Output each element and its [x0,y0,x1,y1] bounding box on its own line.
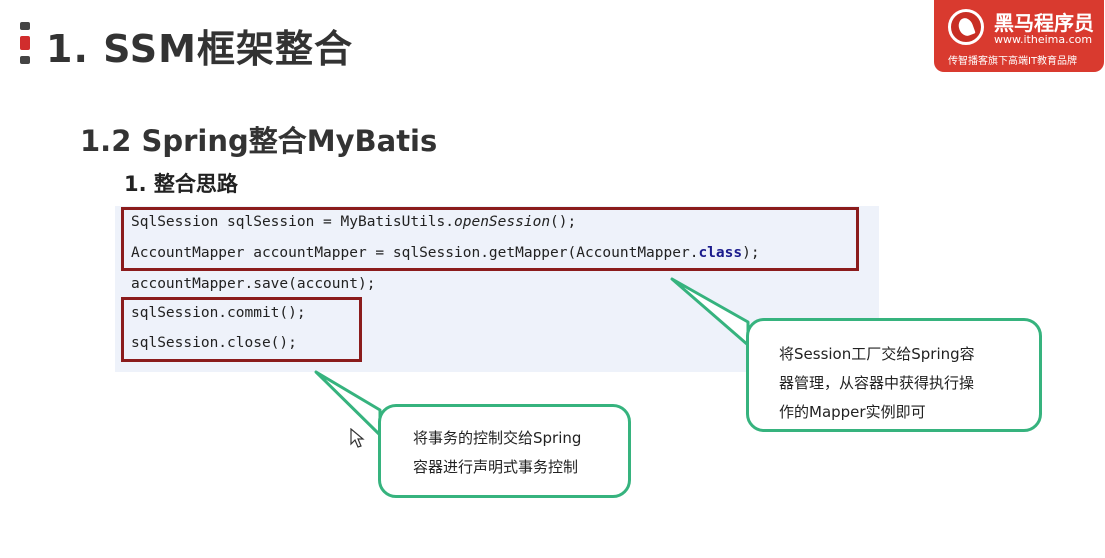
callout-transaction: 将事务的控制交给Spring 容器进行声明式事务控制 [378,404,631,498]
callout-bottom-line-2: 容器进行声明式事务控制 [413,458,579,476]
callout-spring-container: 将Session工厂交给Spring容 器管理，从容器中获得执行操 作的Mapp… [746,318,1042,432]
callout-right-line-1: 将Session工厂交给Spring容 [779,345,975,363]
callout-right-line-2: 器管理，从容器中获得执行操 [779,374,975,392]
mouse-cursor-icon [350,428,365,448]
callout-bottom-line-1: 将事务的控制交给Spring [413,429,582,447]
callout-right-line-3: 作的Mapper实例即可 [779,403,926,421]
